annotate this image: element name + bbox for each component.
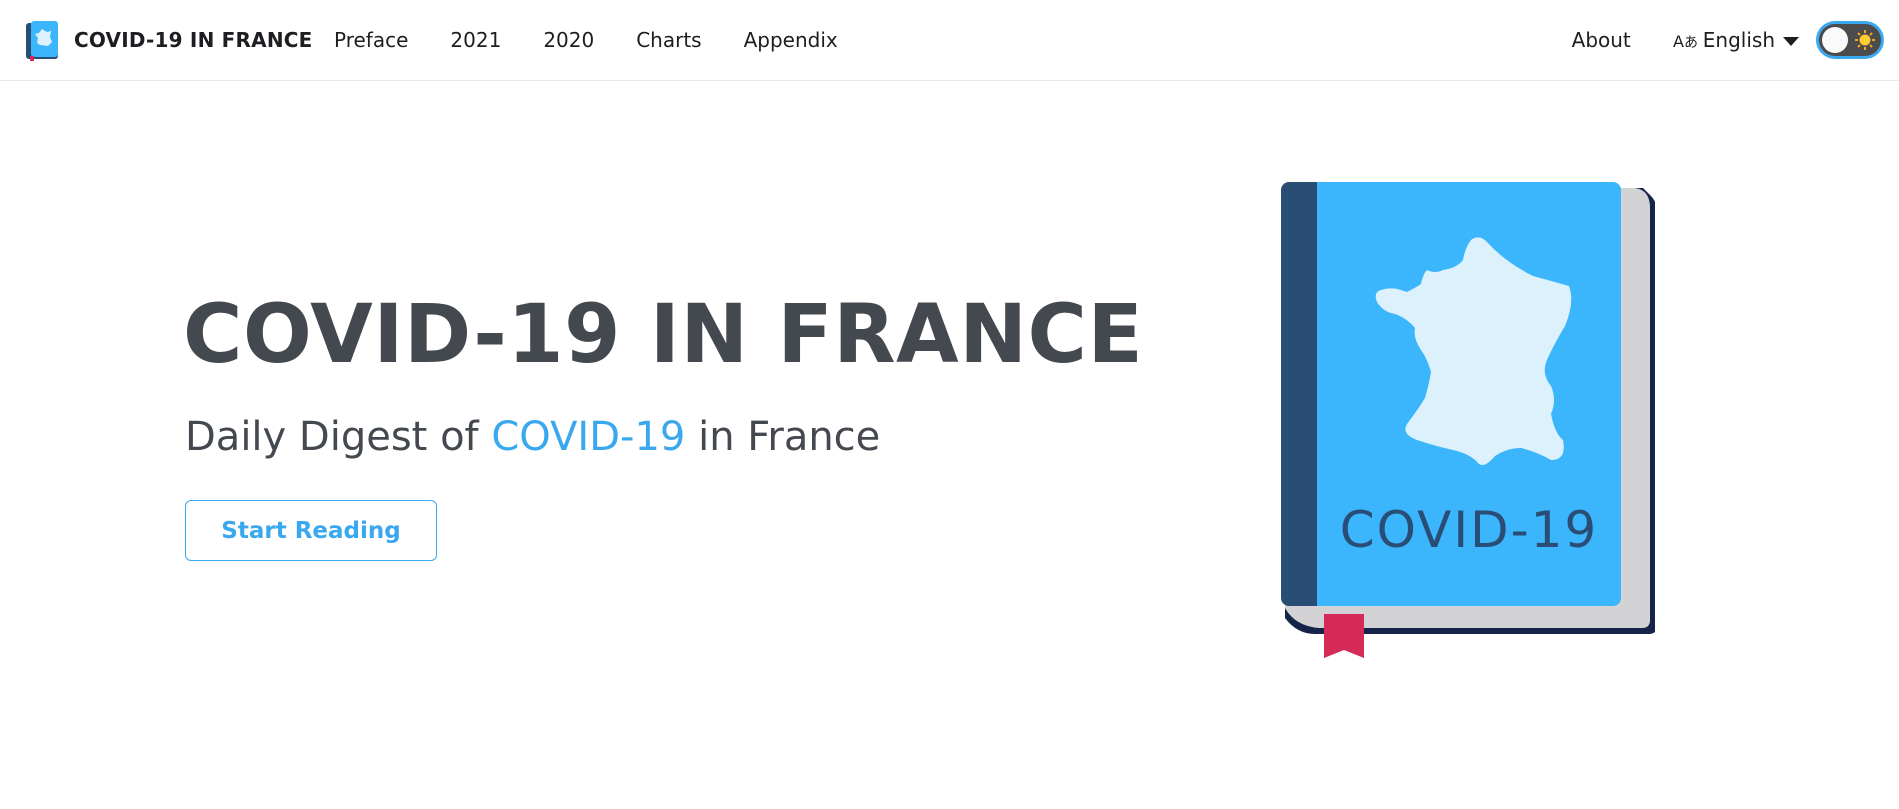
chevron-down-icon — [1783, 36, 1799, 46]
brand-title: COVID-19 IN FRANCE — [74, 28, 313, 52]
book-cover-text: COVID-19 — [1340, 501, 1599, 559]
svg-text:あ: あ — [1684, 35, 1698, 51]
theme-toggle[interactable] — [1819, 24, 1881, 56]
subtitle-highlight: COVID-19 — [491, 414, 686, 460]
top-navbar: COVID-19 IN FRANCE Preface 2021 2020 Cha… — [0, 0, 1899, 81]
toggle-knob — [1822, 27, 1848, 53]
book-illustration: COVID-19 — [1281, 182, 1655, 658]
nav-link-2020[interactable]: 2020 — [543, 28, 594, 52]
nav-links: Preface 2021 2020 Charts Appendix — [334, 0, 880, 80]
hero-subtitle: Daily Digest of COVID-19 in France — [185, 414, 880, 460]
svg-text:A: A — [1673, 32, 1684, 51]
nav-link-2021[interactable]: 2021 — [450, 28, 501, 52]
translate-icon: A あ — [1673, 32, 1698, 51]
subtitle-prefix: Daily Digest of — [185, 414, 492, 460]
nav-right: About A あ English — [1572, 0, 1881, 80]
subtitle-suffix: in France — [685, 414, 881, 460]
book-icon — [26, 21, 58, 61]
start-reading-button[interactable]: Start Reading — [185, 500, 437, 561]
nav-link-charts[interactable]: Charts — [636, 28, 701, 52]
brand-link[interactable]: COVID-19 IN FRANCE — [24, 18, 313, 62]
nav-link-preface[interactable]: Preface — [334, 28, 408, 52]
hero-title: COVID-19 IN FRANCE — [183, 288, 1144, 382]
language-label: English — [1702, 28, 1775, 52]
nav-link-appendix[interactable]: Appendix — [744, 28, 838, 52]
language-dropdown[interactable]: A あ English — [1673, 28, 1799, 52]
sun-icon — [1855, 30, 1875, 50]
nav-link-about[interactable]: About — [1572, 28, 1631, 52]
